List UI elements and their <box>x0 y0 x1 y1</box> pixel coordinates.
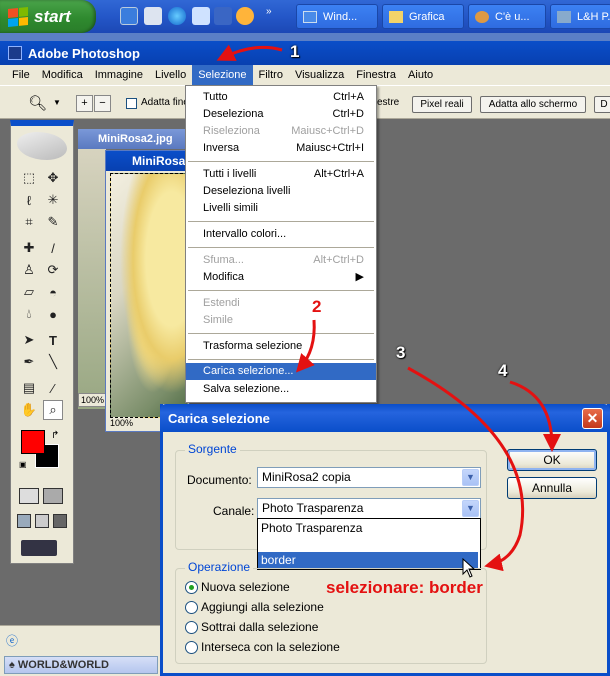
arrow-step-1 <box>216 44 283 61</box>
step-2-label: 2 <box>312 297 322 316</box>
arrow-step-2 <box>296 319 316 373</box>
mouse-cursor-icon <box>462 558 476 578</box>
arrow-step-3 <box>407 366 525 572</box>
annotation-arrows <box>216 44 561 572</box>
instruction-note: selezionare: border <box>326 578 483 597</box>
step-4-label: 4 <box>498 361 508 380</box>
step-1-label: 1 <box>290 42 300 61</box>
foreground-color-swatch[interactable] <box>21 430 45 454</box>
step-3-label: 3 <box>396 343 406 362</box>
arrow-step-4 <box>509 380 561 452</box>
